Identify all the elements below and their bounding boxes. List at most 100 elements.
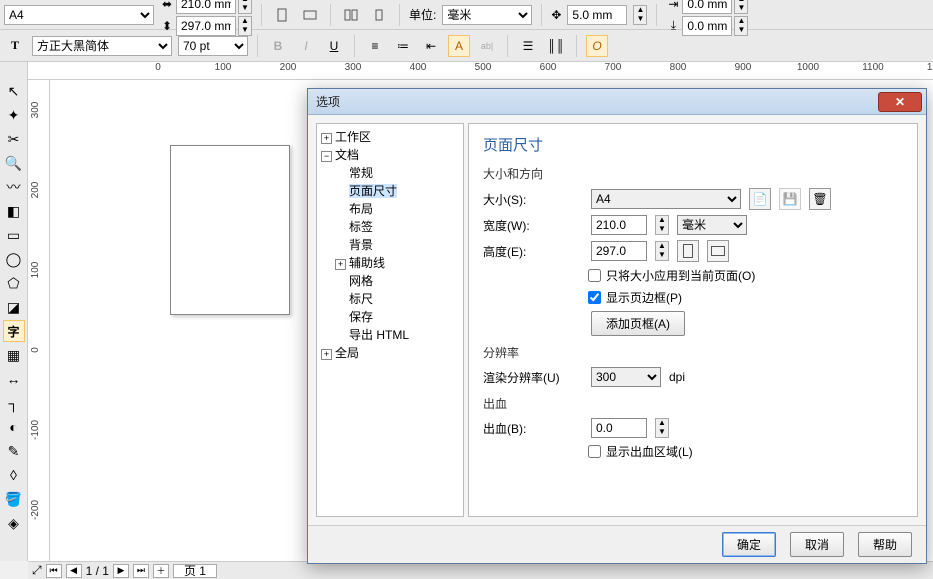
width-unit-select[interactable]: 毫米 — [677, 215, 747, 235]
landscape-button[interactable] — [299, 4, 321, 26]
next-page-button[interactable]: ▶ — [113, 564, 129, 578]
basic-shapes-tool[interactable]: ◪ — [3, 296, 25, 318]
text-tool[interactable]: 字 — [3, 320, 25, 342]
cancel-button[interactable]: 取消 — [790, 532, 844, 557]
fill-tool[interactable]: 🪣 — [3, 488, 25, 510]
connector-tool[interactable]: ┐ — [3, 392, 25, 414]
indent-button[interactable]: ⇤ — [420, 35, 442, 57]
portrait-button[interactable] — [271, 4, 293, 26]
page-tab[interactable]: 页 1 — [173, 564, 217, 578]
tree-grid[interactable]: 网格 — [335, 272, 461, 290]
first-page-button[interactable]: ⏮ — [46, 564, 62, 578]
font-family-select[interactable]: 方正大黑简体 — [32, 36, 172, 56]
tree-save[interactable]: 保存 — [335, 308, 461, 326]
polygon-tool[interactable]: ⬠ — [3, 272, 25, 294]
ruler-button[interactable]: ║║ — [545, 35, 567, 57]
outline-tool[interactable]: ◊ — [3, 464, 25, 486]
single-page-button[interactable] — [368, 4, 390, 26]
shape-tool[interactable]: ✦ — [3, 104, 25, 126]
dialog-buttons: 确定 取消 帮助 — [308, 525, 926, 563]
nudge-spinner[interactable]: ▲▼ — [633, 5, 647, 25]
resolution-select[interactable]: 300 — [591, 367, 661, 387]
bleed-spin[interactable]: ▲▼ — [655, 418, 669, 438]
size-select[interactable]: A4 — [591, 189, 741, 209]
add-frame-button[interactable]: 添加页框(A) — [591, 311, 685, 336]
pagesize-select[interactable]: A4 — [4, 5, 154, 25]
ok-button[interactable]: 确定 — [722, 532, 776, 557]
prev-page-button[interactable]: ◀ — [66, 564, 82, 578]
bullets-button[interactable]: ≔ — [392, 35, 414, 57]
width-input[interactable] — [591, 215, 647, 235]
italic-button[interactable]: I — [295, 35, 317, 57]
group-bleed: 出血 — [483, 395, 903, 412]
orient-landscape-button[interactable] — [707, 240, 729, 262]
dialog-titlebar[interactable]: 选项 ✕ — [308, 89, 926, 115]
zoom-tool[interactable]: 🔍 — [3, 152, 25, 174]
smart-fill-tool[interactable]: ◧ — [3, 200, 25, 222]
apply-current-checkbox[interactable] — [588, 269, 601, 282]
height-spin[interactable]: ▲▼ — [655, 241, 669, 261]
align-left-button[interactable]: ≡ — [364, 35, 386, 57]
panel-title: 页面尺寸 — [483, 134, 903, 155]
bold-button[interactable]: B — [267, 35, 289, 57]
underline-button[interactable]: U — [323, 35, 345, 57]
dup-x-input[interactable] — [682, 0, 732, 14]
dimension-tool[interactable]: ↔ — [3, 368, 25, 390]
show-border-checkbox[interactable] — [588, 291, 601, 304]
interactive-fill-tool[interactable]: ◈ — [3, 512, 25, 534]
page-width-input[interactable] — [176, 0, 236, 14]
nudge-input[interactable] — [567, 5, 627, 25]
tree-global[interactable]: +全局 — [321, 344, 461, 362]
crop-tool[interactable]: ✂ — [3, 128, 25, 150]
rectangle-tool[interactable]: ▭ — [3, 224, 25, 246]
table-tool[interactable]: ▦ — [3, 344, 25, 366]
font-size-select[interactable]: 70 pt — [178, 36, 248, 56]
tree-export[interactable]: 导出 HTML — [335, 326, 461, 344]
tree-pagesize[interactable]: 页面尺寸 — [335, 182, 461, 200]
width-spinner[interactable]: ▲▼ — [238, 0, 252, 14]
options-button[interactable]: O — [586, 35, 608, 57]
show-bleed-label: 显示出血区域(L) — [606, 443, 693, 460]
duplicate-offset: ⇥▲▼ ⤓▲▼ — [666, 0, 748, 36]
freehand-tool[interactable]: 〰 — [3, 176, 25, 198]
last-page-button[interactable]: ⏭ — [133, 564, 149, 578]
height-input[interactable] — [591, 241, 647, 261]
tree-rulers[interactable]: 标尺 — [335, 290, 461, 308]
delete-preset-button[interactable]: 🗑 — [809, 188, 831, 210]
tree-guides[interactable]: +辅助线 — [335, 254, 461, 272]
tree-background[interactable]: 背景 — [335, 236, 461, 254]
tree-workspace[interactable]: +工作区 — [321, 128, 461, 146]
options-panel: 页面尺寸 大小和方向 大小(S): A4 📄 💾 🗑 宽度(W): ▲▼ 毫米 … — [468, 123, 918, 517]
eyedropper-tool[interactable]: ✎ — [3, 440, 25, 462]
ellipse-tool[interactable]: ◯ — [3, 248, 25, 270]
group-resolution: 分辨率 — [483, 344, 903, 361]
tree-layout[interactable]: 布局 — [335, 200, 461, 218]
dropcap-button[interactable]: A — [448, 35, 470, 57]
tree-general[interactable]: 常规 — [335, 164, 461, 182]
close-button[interactable]: ✕ — [878, 92, 922, 112]
save-btn2[interactable]: 💾 — [779, 188, 801, 210]
page-height-input[interactable] — [176, 16, 236, 36]
save-preset-button[interactable]: 📄 — [749, 188, 771, 210]
tree-label[interactable]: 标签 — [335, 218, 461, 236]
horizontal-ruler: 0100200300400500600700800900100011001200 — [28, 62, 933, 80]
tree-document[interactable]: −文档 常规 页面尺寸 布局 标签 背景 +辅助线 网格 标尺 保存 导出 HT… — [321, 146, 461, 344]
show-bleed-checkbox[interactable] — [588, 445, 601, 458]
height-icon: ⬍ — [160, 19, 174, 33]
orient-portrait-button[interactable] — [677, 240, 699, 262]
width-icon: ⬌ — [160, 0, 174, 11]
width-spin[interactable]: ▲▼ — [655, 215, 669, 235]
ab-button[interactable]: ab| — [476, 35, 498, 57]
width-label: 宽度(W): — [483, 217, 583, 234]
add-page-button[interactable]: ＋ — [153, 564, 169, 578]
unit-select[interactable]: 毫米 — [442, 5, 532, 25]
columns-button[interactable]: ☰ — [517, 35, 539, 57]
height-spinner[interactable]: ▲▼ — [238, 16, 252, 36]
pick-tool[interactable]: ↖ — [3, 80, 25, 102]
help-button[interactable]: 帮助 — [858, 532, 912, 557]
dup-y-input[interactable] — [682, 16, 732, 36]
options-tree[interactable]: +工作区 −文档 常规 页面尺寸 布局 标签 背景 +辅助线 网格 标尺 保存 … — [316, 123, 464, 517]
facing-pages-button[interactable] — [340, 4, 362, 26]
bleed-input[interactable] — [591, 418, 647, 438]
effects-tool[interactable]: ◐ — [3, 416, 25, 438]
